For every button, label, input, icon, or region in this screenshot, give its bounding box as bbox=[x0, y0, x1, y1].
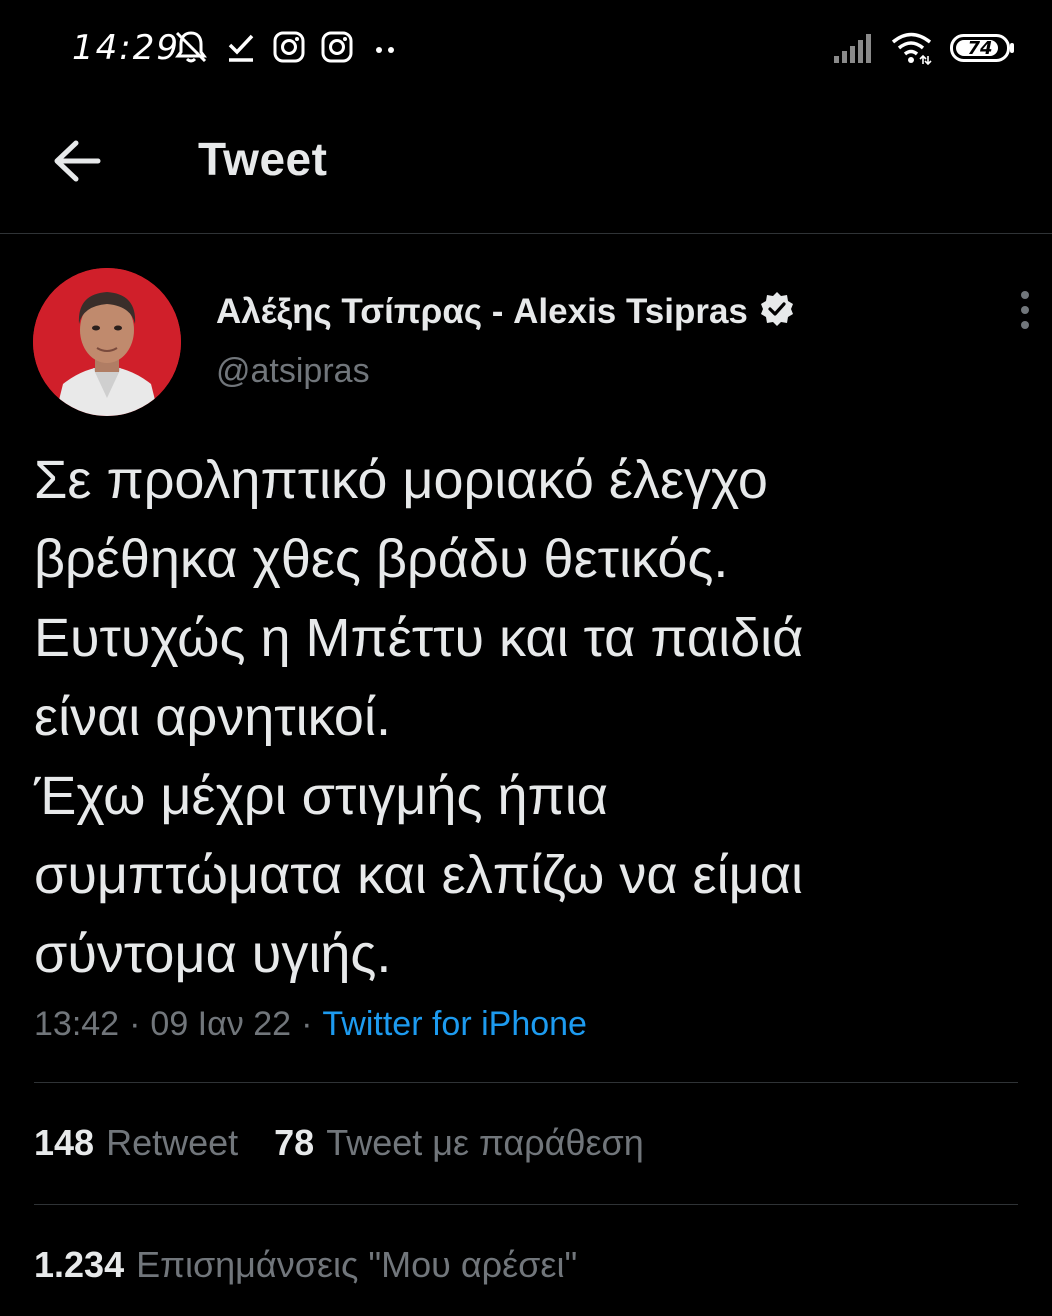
status-icons-right: 74 bbox=[832, 30, 1016, 66]
arrow-left-icon bbox=[52, 139, 102, 188]
page-title: Tweet bbox=[198, 133, 328, 185]
instagram-icon bbox=[272, 30, 306, 64]
likes-stats-row: 1.234 Επισημάνσεις "Μου αρέσει" bbox=[34, 1244, 613, 1286]
more-options-button[interactable] bbox=[1006, 290, 1044, 334]
download-done-icon bbox=[224, 30, 258, 64]
tweet-date: 09 Ιαν 22 bbox=[150, 1005, 292, 1043]
tweet-meta: 13:42 · 09 Ιαν 22 · Twitter for iPhone bbox=[34, 1005, 587, 1044]
meta-separator: · bbox=[301, 1005, 313, 1043]
verified-badge-icon bbox=[758, 290, 796, 333]
quote-tweets-stat[interactable]: 78 Tweet με παράθεση bbox=[274, 1122, 644, 1164]
status-time: 14:29 bbox=[72, 28, 180, 68]
retweets-count: 148 bbox=[34, 1122, 95, 1163]
tweet-source-link[interactable]: Twitter for iPhone bbox=[322, 1005, 587, 1044]
divider bbox=[34, 1204, 1018, 1205]
wifi-icon bbox=[890, 30, 934, 66]
status-bar: 14:29 74 bbox=[0, 0, 1052, 100]
retweets-label: Retweet bbox=[106, 1122, 239, 1163]
quote-tweets-count: 78 bbox=[274, 1122, 315, 1163]
retweets-stat[interactable]: 148 Retweet bbox=[34, 1122, 238, 1164]
author-handle[interactable]: @atsipras bbox=[216, 352, 370, 391]
likes-stat[interactable]: 1.234 Επισημάνσεις "Μου αρέσει" bbox=[34, 1244, 577, 1286]
back-button[interactable] bbox=[44, 130, 110, 196]
likes-count: 1.234 bbox=[34, 1244, 125, 1285]
author-name-row[interactable]: Αλέξης Τσίπρας - Alexis Tsipras bbox=[216, 290, 796, 333]
quote-tweets-label: Tweet με παράθεση bbox=[326, 1122, 644, 1163]
divider bbox=[34, 1082, 1018, 1083]
battery-icon: 74 bbox=[950, 34, 1016, 62]
status-icons-left bbox=[172, 28, 402, 66]
instagram-icon bbox=[320, 30, 354, 64]
top-app-bar: Tweet bbox=[0, 100, 1052, 234]
more-vertical-icon bbox=[1019, 290, 1031, 335]
engagement-stats-row: 148 Retweet 78 Tweet με παράθεση bbox=[34, 1122, 680, 1164]
more-dots-icon bbox=[368, 30, 402, 64]
tweet-text: Σε προληπτικό μοριακό έλεγχο βρέθηκα χθε… bbox=[34, 450, 804, 984]
cellular-signal-icon bbox=[832, 32, 874, 64]
likes-label: Επισημάνσεις "Μου αρέσει" bbox=[136, 1244, 578, 1285]
bell-off-icon bbox=[172, 28, 210, 66]
tweet-time: 13:42 bbox=[34, 1005, 120, 1043]
battery-level: 74 bbox=[967, 37, 993, 59]
avatar[interactable] bbox=[33, 268, 181, 416]
meta-separator: · bbox=[129, 1005, 141, 1043]
author-name[interactable]: Αλέξης Τσίπρας - Alexis Tsipras bbox=[216, 292, 748, 332]
